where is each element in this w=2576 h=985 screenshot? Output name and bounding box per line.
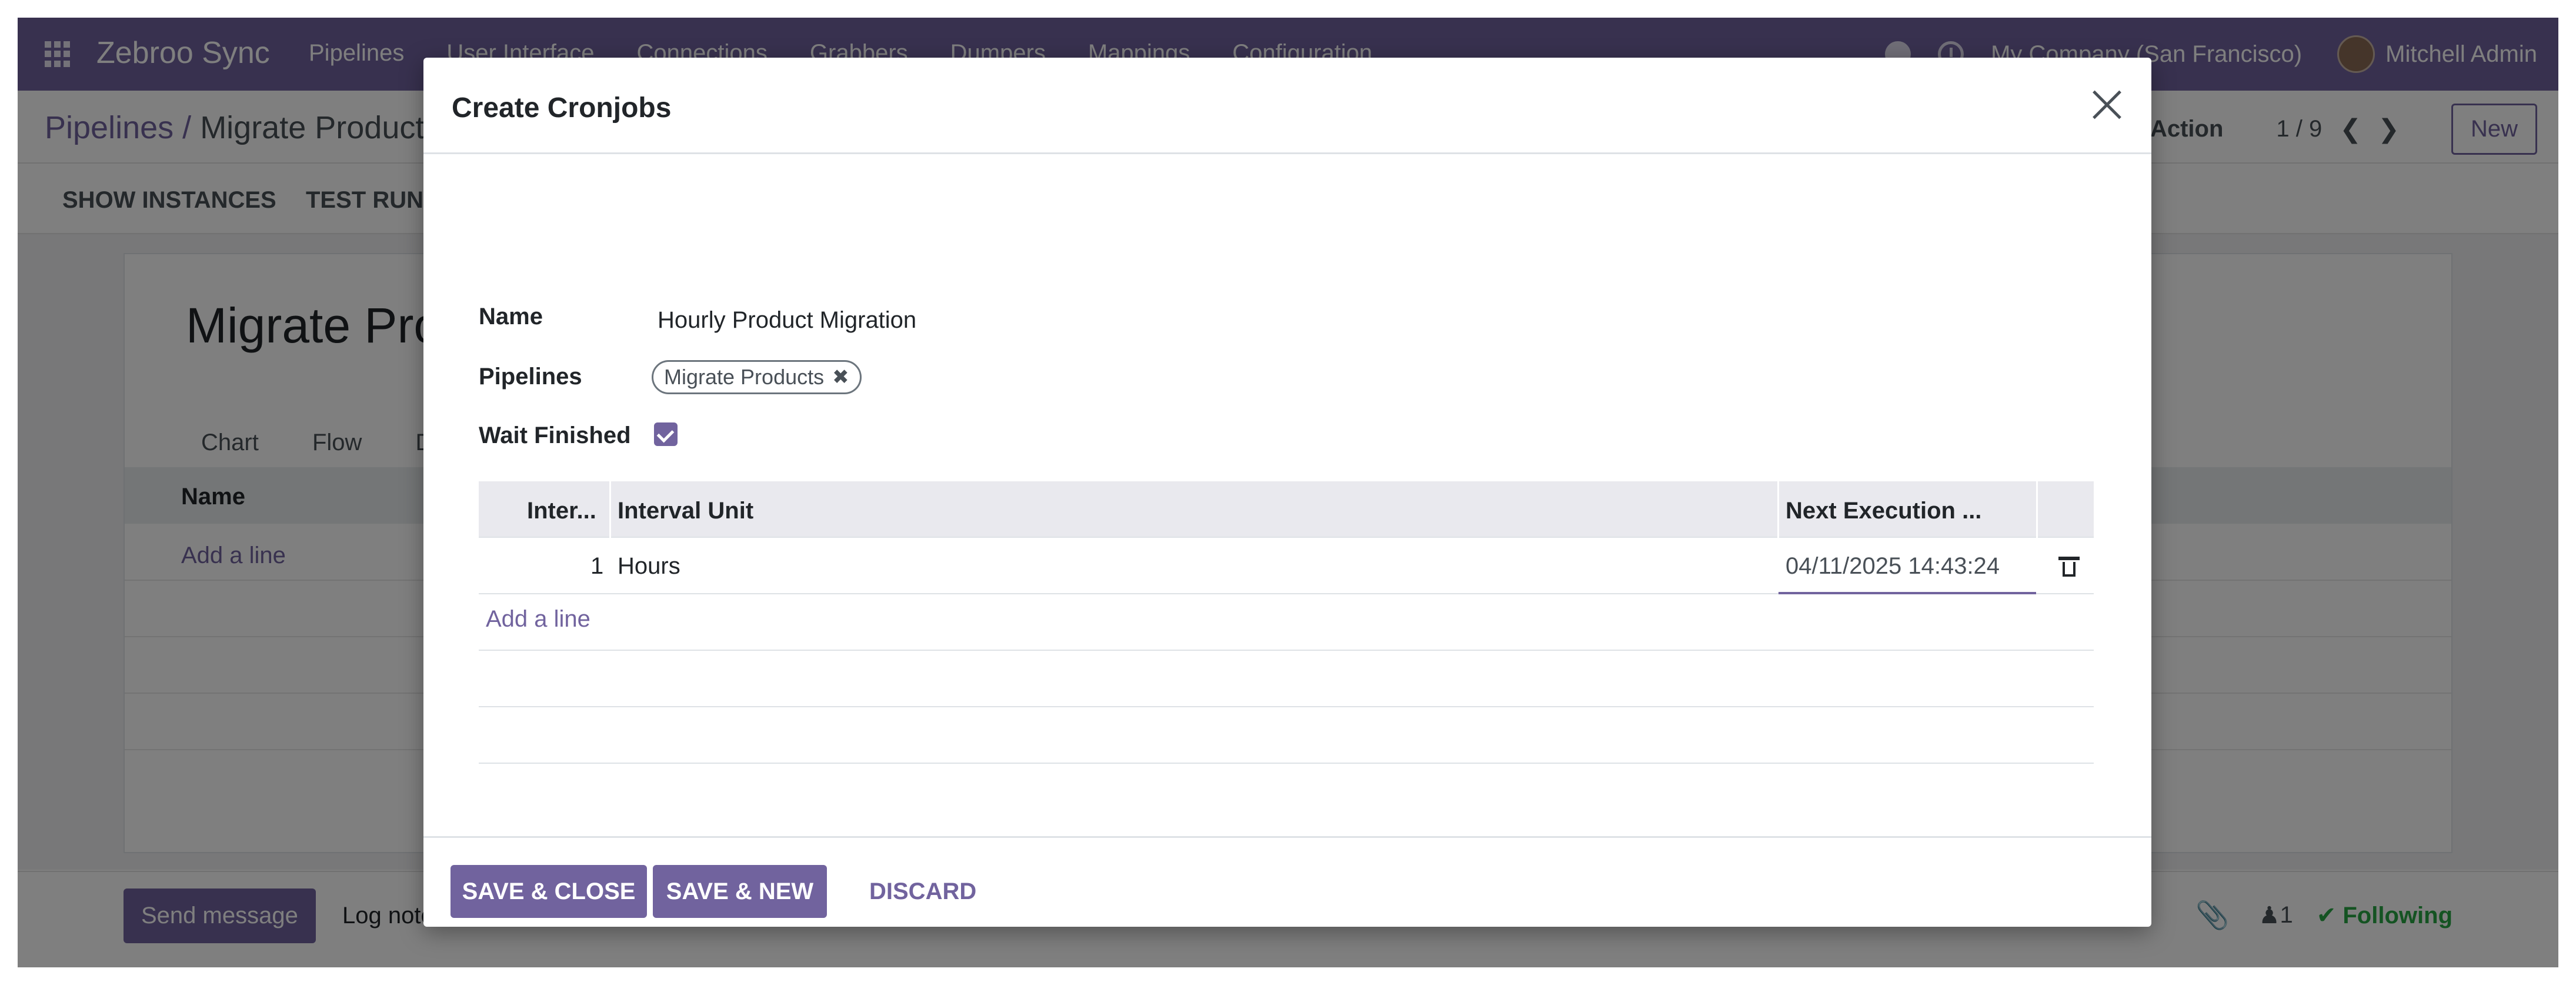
name-label: Name — [479, 304, 543, 330]
pipelines-label: Pipelines — [479, 364, 582, 390]
column-divider — [609, 481, 611, 538]
column-header-interval-unit[interactable]: Interval Unit — [618, 498, 753, 524]
name-field[interactable]: Hourly Product Migration — [658, 307, 916, 334]
column-divider — [2036, 481, 2038, 538]
pipeline-tag-label: Migrate Products — [664, 365, 825, 389]
screen: Zebroo Sync Pipelines User Interface Con… — [18, 18, 2558, 967]
interval-cell[interactable]: 1 — [590, 553, 603, 580]
next-execution-field[interactable]: 04/11/2025 14:43:24 — [1778, 538, 2036, 594]
save-new-button[interactable]: SAVE & NEW — [653, 865, 827, 918]
table-header: Inter... Interval Unit Next Execution ..… — [479, 481, 2094, 538]
pipeline-tag: Migrate Products ✖ — [652, 360, 862, 394]
table-row: Add a line — [479, 594, 2094, 651]
trash-icon[interactable] — [2058, 557, 2080, 577]
create-cronjobs-dialog: Create Cronjobs Name Hourly Product Migr… — [423, 58, 2151, 927]
column-header-next-execution[interactable]: Next Execution ... — [1786, 498, 1981, 524]
table-row[interactable]: 1 Hours 04/11/2025 14:43:24 — [479, 538, 2094, 594]
wait-finished-checkbox[interactable] — [654, 422, 678, 446]
interval-unit-cell[interactable]: Hours — [618, 553, 680, 580]
discard-button[interactable]: DISCARD — [869, 865, 976, 918]
table-row — [479, 651, 2094, 707]
app-window: Zebroo Sync Pipelines User Interface Con… — [18, 18, 2558, 967]
dialog-header: Create Cronjobs — [423, 58, 2151, 154]
close-icon[interactable] — [2086, 84, 2128, 126]
save-close-button[interactable]: SAVE & CLOSE — [451, 865, 647, 918]
column-divider — [1777, 481, 1779, 538]
add-line-link[interactable]: Add a line — [486, 606, 590, 633]
column-header-interval[interactable]: Inter... — [527, 498, 596, 524]
wait-finished-label: Wait Finished — [479, 422, 631, 448]
remove-tag-icon[interactable]: ✖ — [832, 365, 849, 389]
dialog-footer: SAVE & CLOSE SAVE & NEW DISCARD — [423, 836, 2151, 927]
dialog-title: Create Cronjobs — [452, 92, 672, 124]
table-row — [479, 707, 2094, 764]
next-execution-value[interactable]: 04/11/2025 14:43:24 — [1786, 553, 2000, 580]
